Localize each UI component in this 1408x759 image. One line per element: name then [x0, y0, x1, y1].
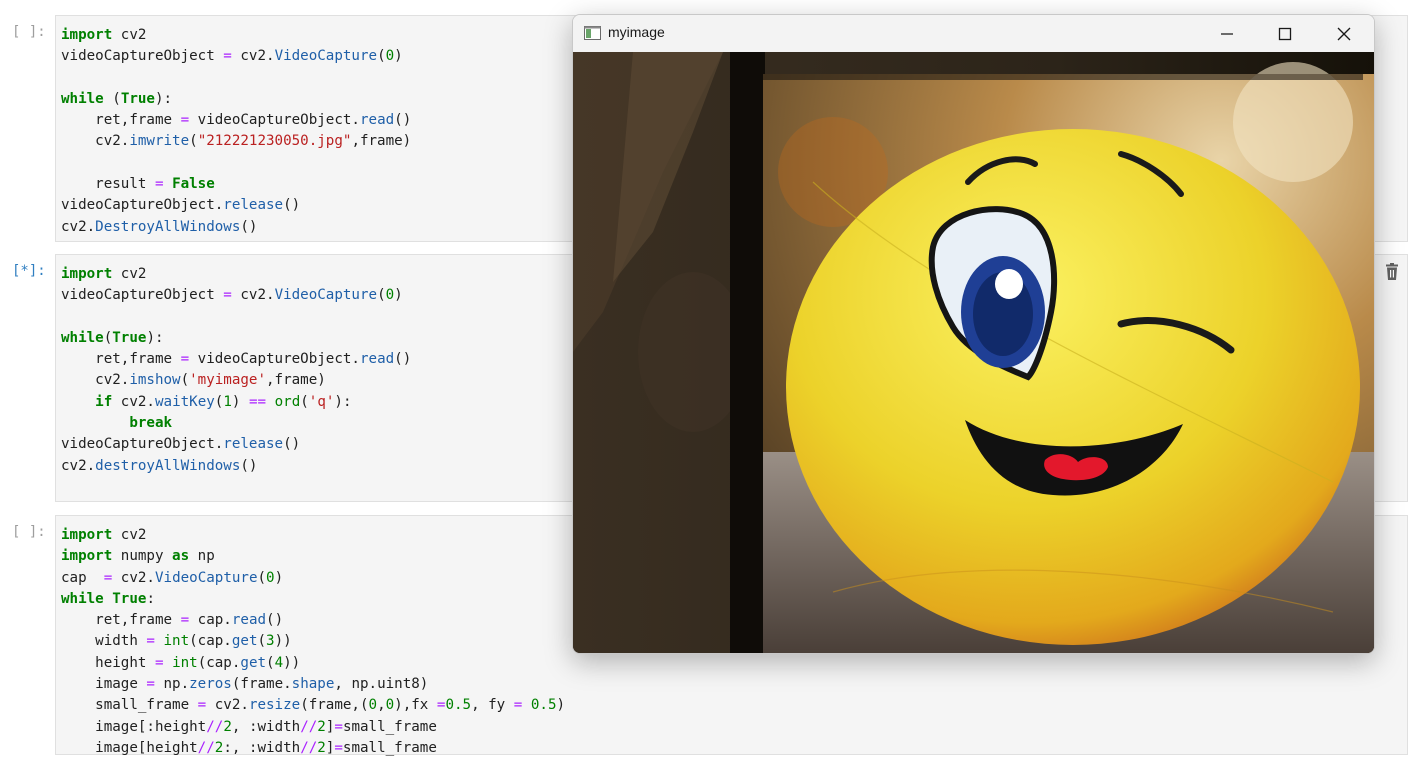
- cell-2-prompt: [*]:: [12, 263, 46, 279]
- image-window[interactable]: myimage: [572, 14, 1375, 654]
- maximize-button[interactable]: [1256, 15, 1314, 52]
- code-line: height = int(cap.get(4)): [61, 654, 301, 671]
- maximize-icon: [1278, 27, 1292, 41]
- smiley-ball-image: [573, 52, 1374, 653]
- window-title: myimage: [608, 24, 665, 40]
- code-line: image[height//2:, :width//2]=small_frame: [61, 739, 437, 756]
- code-line: image = np.zeros(frame.shape, np.uint8): [61, 676, 429, 693]
- close-icon: [1337, 27, 1351, 41]
- webcam-frame: [573, 52, 1374, 653]
- app-window-icon: [584, 25, 602, 41]
- minimize-button[interactable]: [1198, 15, 1256, 52]
- code-line: small_frame = cv2.resize(frame,(0,0),fx …: [61, 697, 566, 714]
- close-button[interactable]: [1315, 15, 1373, 52]
- cell-1-prompt: [ ]:: [12, 24, 46, 40]
- trash-icon[interactable]: [1384, 263, 1400, 281]
- cell-3-prompt: [ ]:: [12, 524, 46, 540]
- code-line: image[:height//2, :width//2]=small_frame: [61, 718, 437, 735]
- minimize-icon: [1221, 33, 1233, 35]
- window-titlebar[interactable]: myimage: [573, 15, 1374, 52]
